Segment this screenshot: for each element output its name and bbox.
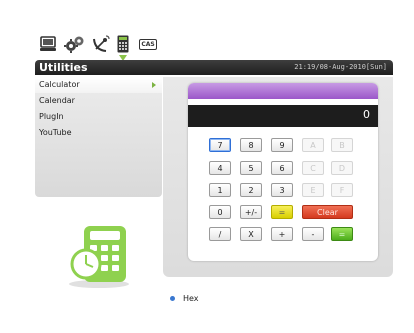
cas-label: CAS (139, 38, 157, 50)
key-clear[interactable]: Clear (302, 205, 353, 219)
gears-icon[interactable] (64, 33, 86, 55)
key-f[interactable]: F (331, 183, 353, 197)
key-8[interactable]: 8 (240, 138, 262, 152)
menu-item-label: Calendar (39, 96, 75, 105)
key-subtract[interactable]: - (302, 227, 324, 241)
key-divide[interactable]: / (209, 227, 231, 241)
key-b[interactable]: B (331, 138, 353, 152)
monitor-icon[interactable] (38, 33, 58, 55)
calculator-display: 0 (188, 105, 378, 127)
key-9[interactable]: 9 (271, 138, 293, 152)
calculator-illustration-icon (64, 220, 134, 290)
key-multiply[interactable]: X (240, 227, 262, 241)
menu-item-plugin[interactable]: PlugIn (35, 109, 162, 125)
calculator-icon[interactable] (116, 33, 130, 55)
key-equals-green[interactable]: = (331, 227, 353, 241)
key-plus-minus[interactable]: +/- (240, 205, 262, 219)
key-e[interactable]: E (302, 183, 324, 197)
display-value: 0 (363, 108, 370, 121)
key-0[interactable]: 0 (209, 205, 231, 219)
page-title: Utilities (39, 61, 88, 74)
arrow-right-icon (152, 82, 156, 88)
menu-item-calculator[interactable]: Calculator (35, 77, 162, 93)
mode-label: Hex (183, 294, 199, 303)
key-2[interactable]: 2 (240, 183, 262, 197)
menu-item-youtube[interactable]: YouTube (35, 125, 162, 141)
menu-item-calendar[interactable]: Calendar (35, 93, 162, 109)
satellite-dish-icon[interactable] (90, 33, 112, 55)
key-7[interactable]: 7 (209, 138, 231, 152)
key-add[interactable]: + (271, 227, 293, 241)
key-5[interactable]: 5 (240, 161, 262, 175)
utilities-menu: Calculator Calendar PlugIn YouTube (35, 77, 162, 197)
key-equals[interactable]: = (271, 205, 293, 219)
key-d[interactable]: D (331, 161, 353, 175)
menu-item-label: PlugIn (39, 112, 64, 121)
cas-card-icon[interactable]: CAS (138, 33, 158, 55)
menu-item-label: YouTube (39, 128, 72, 137)
key-6[interactable]: 6 (271, 161, 293, 175)
key-3[interactable]: 3 (271, 183, 293, 197)
calculator-window: 0 7 8 9 A B 4 5 6 C D 1 2 3 E F 0 +/- = … (188, 83, 378, 261)
title-bar: Utilities 21:19/08-Aug-2010[Sun] (35, 60, 393, 75)
mode-indicator[interactable]: Hex (170, 294, 199, 303)
key-c[interactable]: C (302, 161, 324, 175)
key-a[interactable]: A (302, 138, 324, 152)
blue-dot-icon (170, 296, 175, 301)
key-1[interactable]: 1 (209, 183, 231, 197)
key-4[interactable]: 4 (209, 161, 231, 175)
clock-datetime: 21:19/08-Aug-2010[Sun] (294, 63, 387, 71)
menu-item-label: Calculator (39, 80, 80, 89)
calculator-header-bar (188, 83, 378, 99)
